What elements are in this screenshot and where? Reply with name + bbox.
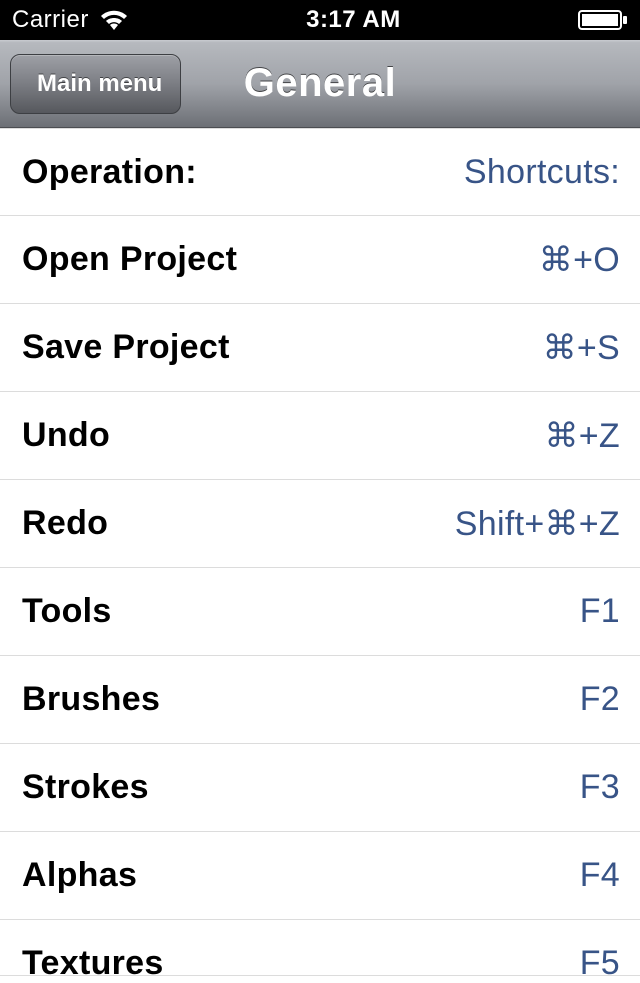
list-item[interactable]: Textures F5 bbox=[0, 920, 640, 976]
operation-label: Open Project bbox=[22, 240, 237, 279]
operation-label: Redo bbox=[22, 504, 108, 543]
shortcut-value: F3 bbox=[580, 768, 620, 807]
back-button-label: Main menu bbox=[37, 70, 162, 98]
list-item[interactable]: Brushes F2 bbox=[0, 656, 640, 744]
list-item[interactable]: Tools F1 bbox=[0, 568, 640, 656]
list-item[interactable]: Strokes F3 bbox=[0, 744, 640, 832]
operation-label: Tools bbox=[22, 592, 112, 631]
list-item[interactable]: Alphas F4 bbox=[0, 832, 640, 920]
battery-icon bbox=[578, 9, 628, 31]
operation-label: Strokes bbox=[22, 768, 149, 807]
shortcut-value: F2 bbox=[580, 680, 620, 719]
back-button[interactable]: Main menu bbox=[10, 54, 181, 114]
wifi-icon bbox=[99, 9, 129, 31]
status-left: Carrier bbox=[12, 6, 129, 34]
shortcut-value: ⌘+O bbox=[539, 240, 620, 280]
operation-label: Undo bbox=[22, 416, 110, 455]
shortcut-value: Shift+⌘+Z bbox=[455, 504, 620, 544]
status-time: 3:17 AM bbox=[306, 6, 401, 34]
operation-header: Operation: bbox=[22, 153, 197, 192]
operation-label: Alphas bbox=[22, 856, 137, 895]
shortcut-value: F4 bbox=[580, 856, 620, 895]
operation-label: Textures bbox=[22, 944, 164, 983]
list-item[interactable]: Undo ⌘+Z bbox=[0, 392, 640, 480]
shortcuts-list: Operation: Shortcuts: Open Project ⌘+O S… bbox=[0, 128, 640, 976]
carrier-label: Carrier bbox=[12, 6, 89, 34]
operation-label: Save Project bbox=[22, 328, 230, 367]
shortcuts-header: Shortcuts: bbox=[464, 153, 620, 192]
shortcut-value: ⌘+S bbox=[543, 328, 620, 368]
list-item[interactable]: Open Project ⌘+O bbox=[0, 216, 640, 304]
shortcut-value: F1 bbox=[580, 592, 620, 631]
list-item[interactable]: Redo Shift+⌘+Z bbox=[0, 480, 640, 568]
shortcut-value: F5 bbox=[580, 944, 620, 983]
header-row: Operation: Shortcuts: bbox=[0, 128, 640, 216]
status-bar: Carrier 3:17 AM bbox=[0, 0, 640, 40]
shortcut-value: ⌘+Z bbox=[544, 416, 620, 456]
nav-bar: Main menu General bbox=[0, 40, 640, 128]
operation-label: Brushes bbox=[22, 680, 160, 719]
list-item[interactable]: Save Project ⌘+S bbox=[0, 304, 640, 392]
